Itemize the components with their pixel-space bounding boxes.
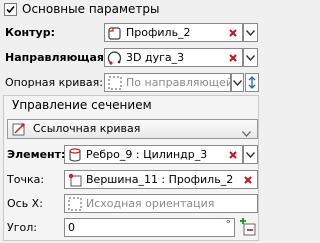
cylinder-icon bbox=[67, 147, 83, 163]
section-mode-value: Ссылочная кривая bbox=[33, 122, 141, 135]
arc-3d-icon bbox=[107, 50, 123, 66]
dropdown-arrow-icon bbox=[233, 79, 242, 86]
contour-value: Профиль_2 bbox=[126, 25, 191, 39]
section-control-title: Управление сечением bbox=[12, 98, 152, 112]
delete-icon[interactable] bbox=[226, 148, 240, 162]
element-label: Элемент: bbox=[7, 148, 66, 161]
element-dropdown-button[interactable] bbox=[243, 145, 258, 164]
dropdown-arrow-icon bbox=[246, 29, 255, 36]
contour-dropdown-button[interactable] bbox=[243, 23, 258, 42]
guide-label: Направляющая: bbox=[5, 51, 109, 64]
delete-icon[interactable] bbox=[226, 26, 240, 40]
contour-label: Контур: bbox=[5, 26, 55, 39]
axis-x-placeholder: Исходная ориентация bbox=[86, 196, 215, 210]
angle-label: Угол: bbox=[7, 221, 37, 234]
swap-direction-button[interactable] bbox=[245, 73, 259, 92]
axis-x-field[interactable]: Исходная ориентация bbox=[64, 194, 258, 213]
add-value-button[interactable] bbox=[238, 218, 258, 237]
support-curve-dropdown-button[interactable] bbox=[231, 73, 244, 92]
support-curve-placeholder: По направляющей bbox=[126, 75, 230, 89]
element-value: Ребро_9 : Цилиндр_3 bbox=[86, 147, 208, 161]
dashed-curve-icon bbox=[107, 75, 123, 91]
reference-curve-icon bbox=[12, 121, 28, 137]
dropdown-arrow-icon bbox=[246, 54, 255, 61]
contour-field[interactable]: Профиль_2 bbox=[104, 23, 243, 42]
section-mode-combo[interactable]: Ссылочная кривая bbox=[7, 119, 258, 139]
main-params-checkbox[interactable] bbox=[4, 3, 17, 16]
dashed-curve-icon bbox=[67, 196, 83, 212]
checkmark-icon bbox=[6, 5, 15, 14]
angle-input[interactable]: 0 ° bbox=[64, 218, 235, 237]
profile-icon bbox=[107, 25, 123, 41]
point-value: Вершина_11 : Профиль_2 bbox=[86, 172, 234, 186]
support-curve-label: Опорная кривая: bbox=[5, 76, 103, 89]
dropdown-arrow-icon bbox=[242, 127, 251, 140]
parameters-panel: Основные параметры Контур: Профиль_2 Нап… bbox=[0, 0, 262, 243]
section-title-main: Основные параметры bbox=[22, 2, 160, 16]
axis-x-label: Ось X: bbox=[7, 197, 43, 210]
delete-icon[interactable] bbox=[226, 51, 240, 65]
guide-field[interactable]: 3D дуга_3 bbox=[104, 48, 243, 67]
add-icon bbox=[240, 218, 256, 236]
point-label: Точка: bbox=[7, 173, 45, 186]
vertex-icon bbox=[67, 172, 83, 188]
point-field[interactable]: Вершина_11 : Профиль_2 bbox=[64, 170, 258, 189]
guide-value: 3D дуга_3 bbox=[126, 50, 185, 64]
angle-value: 0 bbox=[68, 220, 75, 234]
dropdown-arrow-icon bbox=[246, 151, 255, 158]
delete-icon[interactable] bbox=[241, 173, 255, 187]
support-curve-field[interactable]: По направляющей bbox=[104, 73, 231, 92]
element-field[interactable]: Ребро_9 : Цилиндр_3 bbox=[64, 145, 243, 164]
guide-dropdown-button[interactable] bbox=[243, 48, 258, 67]
swap-direction-icon bbox=[248, 76, 256, 89]
angle-unit: ° bbox=[225, 218, 232, 231]
